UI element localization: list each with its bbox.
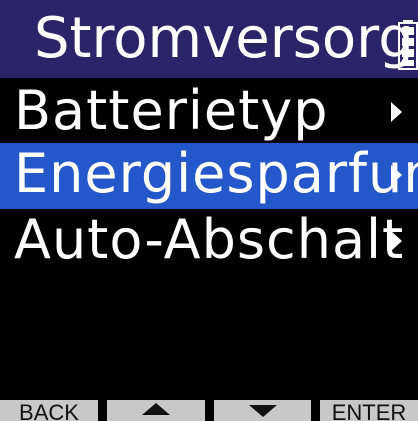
device-screen: Stromversorg. Batterietyp Energiesparfun… — [0, 0, 418, 421]
chevron-right-icon — [391, 165, 402, 185]
title-bar: Stromversorg. — [0, 0, 418, 78]
menu-item-auto-abschalt[interactable]: Auto-Abschalt — [0, 208, 418, 275]
arrow-down-icon — [248, 405, 277, 417]
menu-item-label: Energiesparfun — [14, 142, 418, 205]
page-title: Stromversorg. — [34, 6, 418, 71]
back-button[interactable]: BACK — [0, 400, 98, 421]
arrow-up-icon — [142, 403, 170, 415]
up-button[interactable] — [107, 400, 205, 421]
down-button[interactable] — [214, 400, 311, 421]
back-button-label: BACK — [19, 400, 79, 421]
battery-icon — [398, 20, 418, 70]
enter-button-label: ENTER — [331, 400, 407, 421]
menu-item-label: Batterietyp — [14, 79, 329, 142]
menu-item-label: Auto-Abschalt — [14, 208, 405, 271]
chevron-right-icon — [391, 231, 402, 251]
softkey-bar: BACK ENTER — [0, 400, 418, 421]
menu-item-energiesparfunktion[interactable]: Energiesparfun — [0, 142, 418, 209]
chevron-right-icon — [391, 102, 402, 122]
enter-button[interactable]: ENTER — [320, 400, 418, 421]
menu-item-batterietyp[interactable]: Batterietyp — [0, 79, 418, 146]
